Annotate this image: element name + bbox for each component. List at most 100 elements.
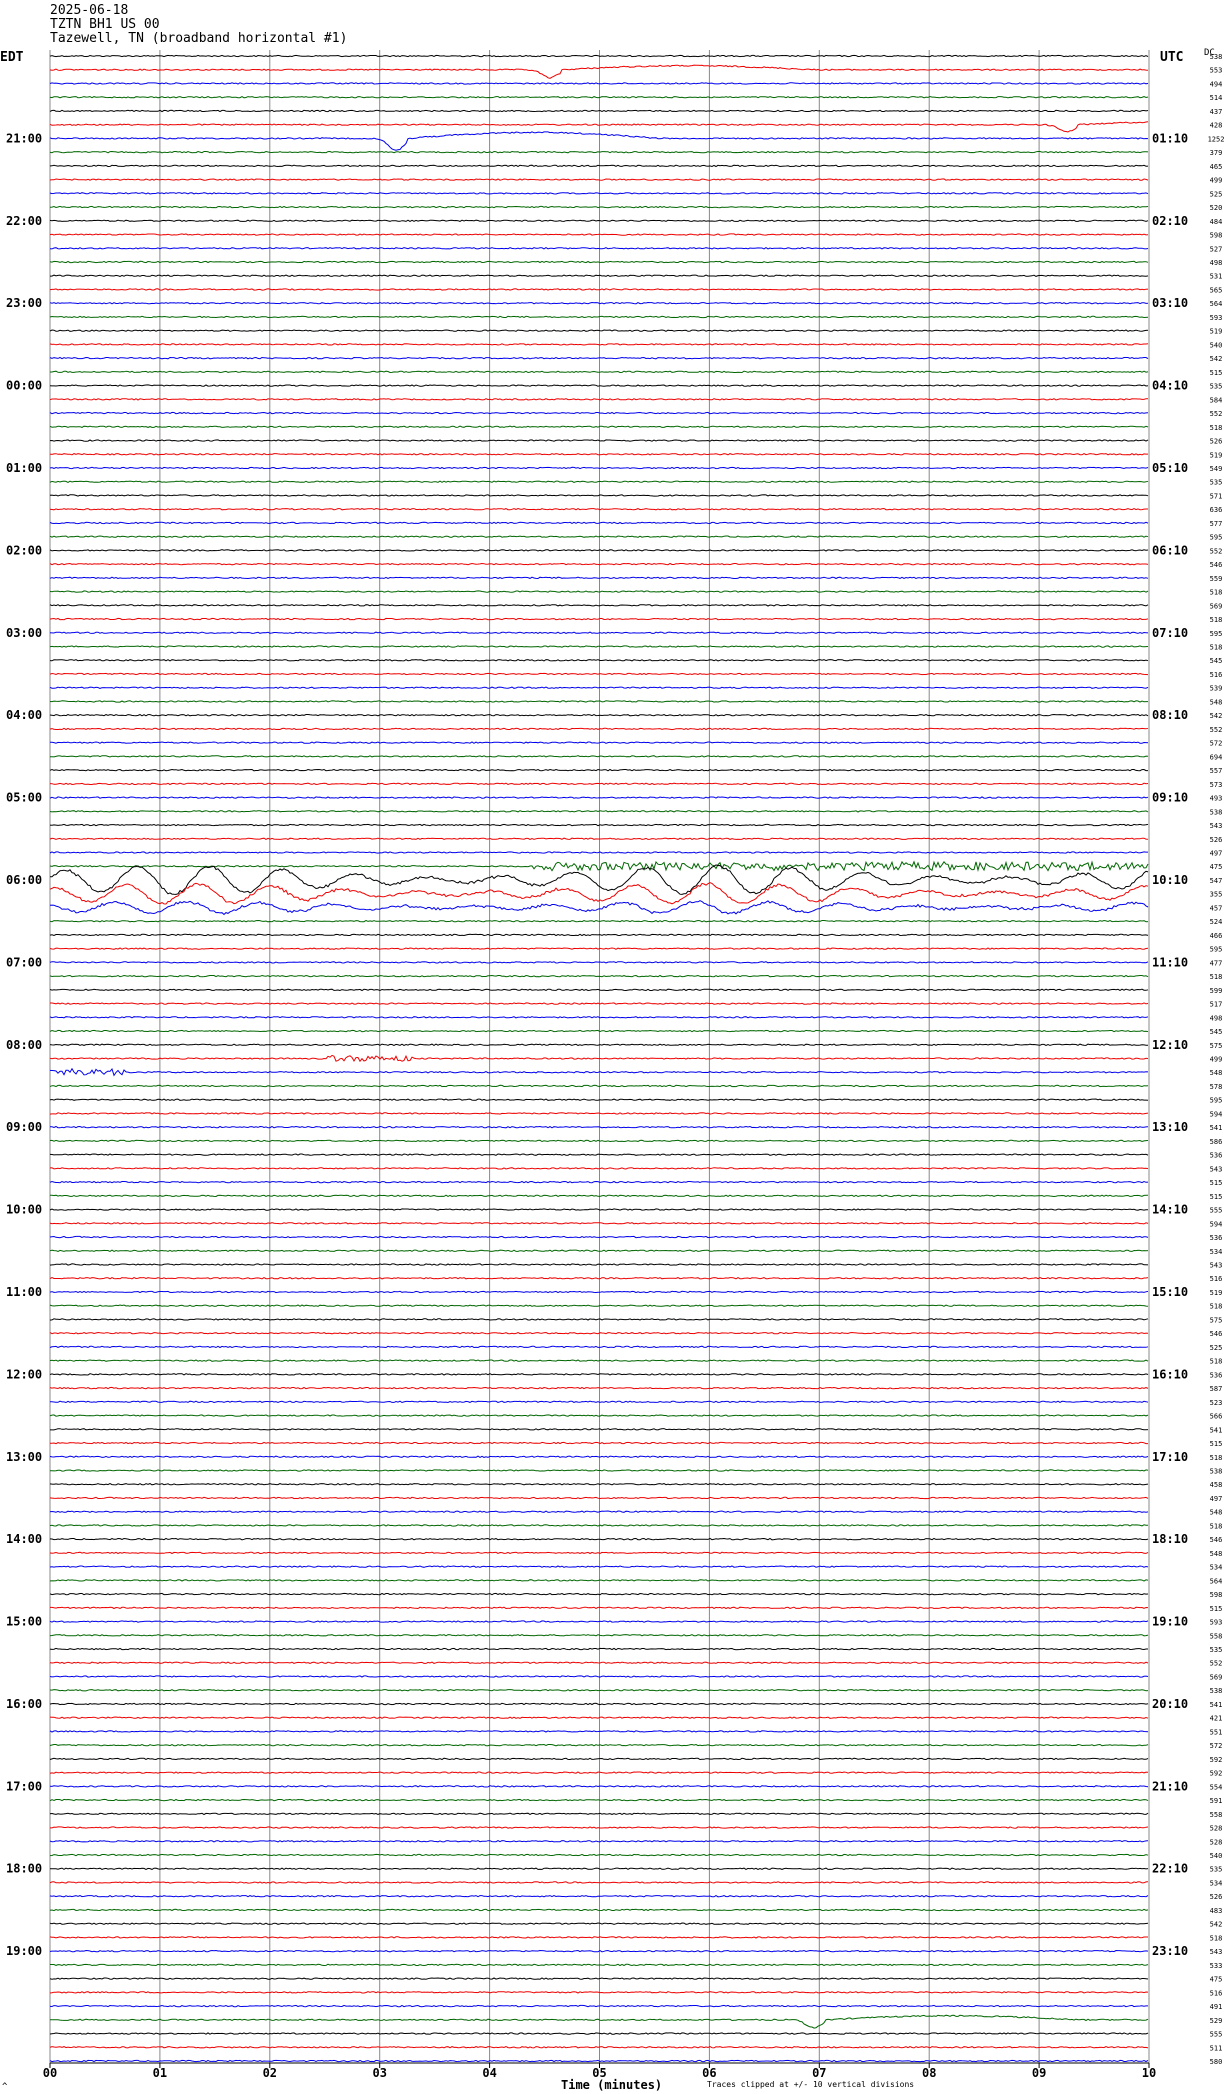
dc-value-143: 529 [1210, 2017, 1223, 2025]
dc-value-105: 497 [1210, 1495, 1223, 1503]
dc-value-32: 571 [1210, 492, 1223, 500]
edt-label-07:00: 07:00 [6, 955, 42, 969]
utc-label-15:10: 15:10 [1152, 1285, 1188, 1299]
trace-row-28 [49, 439, 1149, 442]
x-tick-label-04: 04 [482, 2066, 496, 2080]
dc-value-115: 558 [1210, 1632, 1223, 1640]
dc-value-60: 547 [1210, 877, 1223, 885]
dc-value-133: 534 [1210, 1879, 1223, 1887]
dc-value-110: 534 [1210, 1564, 1223, 1572]
utc-label-20:10: 20:10 [1152, 1697, 1188, 1711]
edt-label-17:00: 17:00 [6, 1779, 42, 1793]
utc-label-01:10: 01:10 [1152, 131, 1188, 145]
dc-value-21: 540 [1210, 341, 1223, 349]
dc-value-65: 595 [1210, 946, 1223, 954]
dc-value-88: 543 [1210, 1261, 1223, 1269]
dc-value-113: 515 [1210, 1605, 1223, 1613]
dc-value-69: 517 [1210, 1001, 1223, 1009]
utc-label-08:10: 08:10 [1152, 708, 1188, 722]
clip-note: Traces clipped at +/- 10 vertical divisi… [707, 2080, 915, 2089]
dc-value-109: 548 [1210, 1550, 1223, 1558]
dc-value-62: 457 [1210, 904, 1223, 912]
dc-value-49: 552 [1210, 726, 1223, 734]
dc-value-97: 587 [1210, 1385, 1223, 1393]
dc-value-52: 557 [1210, 767, 1223, 775]
dc-value-78: 541 [1210, 1124, 1223, 1132]
dc-value-0: 538 [1210, 53, 1223, 61]
utc-label-14:10: 14:10 [1152, 1203, 1188, 1217]
dc-value-53: 573 [1210, 781, 1223, 789]
dc-value-91: 518 [1210, 1303, 1223, 1311]
dc-value-4: 437 [1210, 108, 1223, 116]
dc-value-57: 526 [1210, 836, 1223, 844]
dc-value-107: 518 [1210, 1522, 1223, 1530]
dc-value-22: 542 [1210, 355, 1223, 363]
dc-value-140: 475 [1210, 1976, 1223, 1984]
x-tick-label-07: 07 [812, 2066, 826, 2080]
dc-value-35: 595 [1210, 534, 1223, 542]
dc-value-117: 552 [1210, 1660, 1223, 1668]
dc-value-111: 564 [1210, 1577, 1223, 1585]
dc-value-28: 526 [1210, 438, 1223, 446]
trace-row-46 [49, 686, 1149, 689]
dc-value-9: 499 [1210, 177, 1223, 185]
x-tick-label-00: 00 [43, 2066, 57, 2080]
trace-row-82 [49, 1180, 1149, 1184]
dc-value-86: 536 [1210, 1234, 1223, 1242]
edt-label-13:00: 13:00 [6, 1450, 42, 1464]
dc-value-120: 541 [1210, 1701, 1223, 1709]
dc-value-43: 518 [1210, 644, 1223, 652]
dc-value-29: 519 [1210, 451, 1223, 459]
dc-value-106: 548 [1210, 1509, 1223, 1517]
dc-value-6: 1252 [1208, 135, 1225, 143]
edt-label-10:00: 10:00 [6, 1203, 42, 1217]
dc-value-145: 511 [1210, 2044, 1223, 2052]
dc-value-146: 580 [1210, 2058, 1223, 2066]
utc-label-22:10: 22:10 [1152, 1862, 1188, 1876]
edt-label-09:00: 09:00 [6, 1120, 42, 1134]
dc-value-63: 524 [1210, 918, 1223, 926]
dc-value-103: 538 [1210, 1467, 1223, 1475]
dc-value-112: 598 [1210, 1591, 1223, 1599]
dc-value-36: 552 [1210, 547, 1223, 555]
dc-value-142: 491 [1210, 2003, 1223, 2011]
dc-value-19: 593 [1210, 314, 1223, 322]
dc-value-33: 636 [1210, 506, 1223, 514]
dc-value-23: 515 [1210, 369, 1223, 377]
dc-value-41: 518 [1210, 616, 1223, 624]
dc-value-126: 554 [1210, 1783, 1223, 1791]
trace-row-70 [49, 1016, 1149, 1019]
x-tick-label-02: 02 [263, 2066, 277, 2080]
trace-row-121 [49, 1716, 1149, 1719]
corner-mark: ^ [2, 2082, 8, 2092]
dc-value-13: 598 [1210, 232, 1223, 240]
dc-value-46: 539 [1210, 685, 1223, 693]
dc-value-24: 535 [1210, 383, 1223, 391]
dc-value-84: 555 [1210, 1207, 1223, 1215]
dc-value-144: 555 [1210, 2031, 1223, 2039]
dc-value-11: 520 [1210, 204, 1223, 212]
dc-value-114: 593 [1210, 1619, 1223, 1627]
x-tick-label-09: 09 [1032, 2066, 1046, 2080]
dc-value-116: 535 [1210, 1646, 1223, 1654]
dc-value-77: 594 [1210, 1110, 1223, 1118]
edt-label-04:00: 04:00 [6, 708, 42, 722]
dc-value-95: 518 [1210, 1358, 1223, 1366]
dc-value-44: 545 [1210, 657, 1223, 665]
dc-value-10: 525 [1210, 190, 1223, 198]
dc-value-79: 586 [1210, 1138, 1223, 1146]
dc-value-50: 572 [1210, 740, 1223, 748]
x-tick-label-10: 10 [1142, 2066, 1156, 2080]
dc-value-89: 516 [1210, 1275, 1223, 1283]
trace-row-10 [49, 192, 1149, 195]
dc-value-47: 548 [1210, 698, 1223, 706]
edt-label-23:00: 23:00 [6, 296, 42, 310]
dc-value-83: 515 [1210, 1193, 1223, 1201]
dc-value-104: 458 [1210, 1481, 1223, 1489]
utc-label-03:10: 03:10 [1152, 296, 1188, 310]
dc-value-38: 559 [1210, 575, 1223, 583]
edt-label-18:00: 18:00 [6, 1862, 42, 1876]
dc-value-135: 483 [1210, 1907, 1223, 1915]
dc-value-70: 498 [1210, 1014, 1223, 1022]
utc-label-11:10: 11:10 [1152, 955, 1188, 969]
